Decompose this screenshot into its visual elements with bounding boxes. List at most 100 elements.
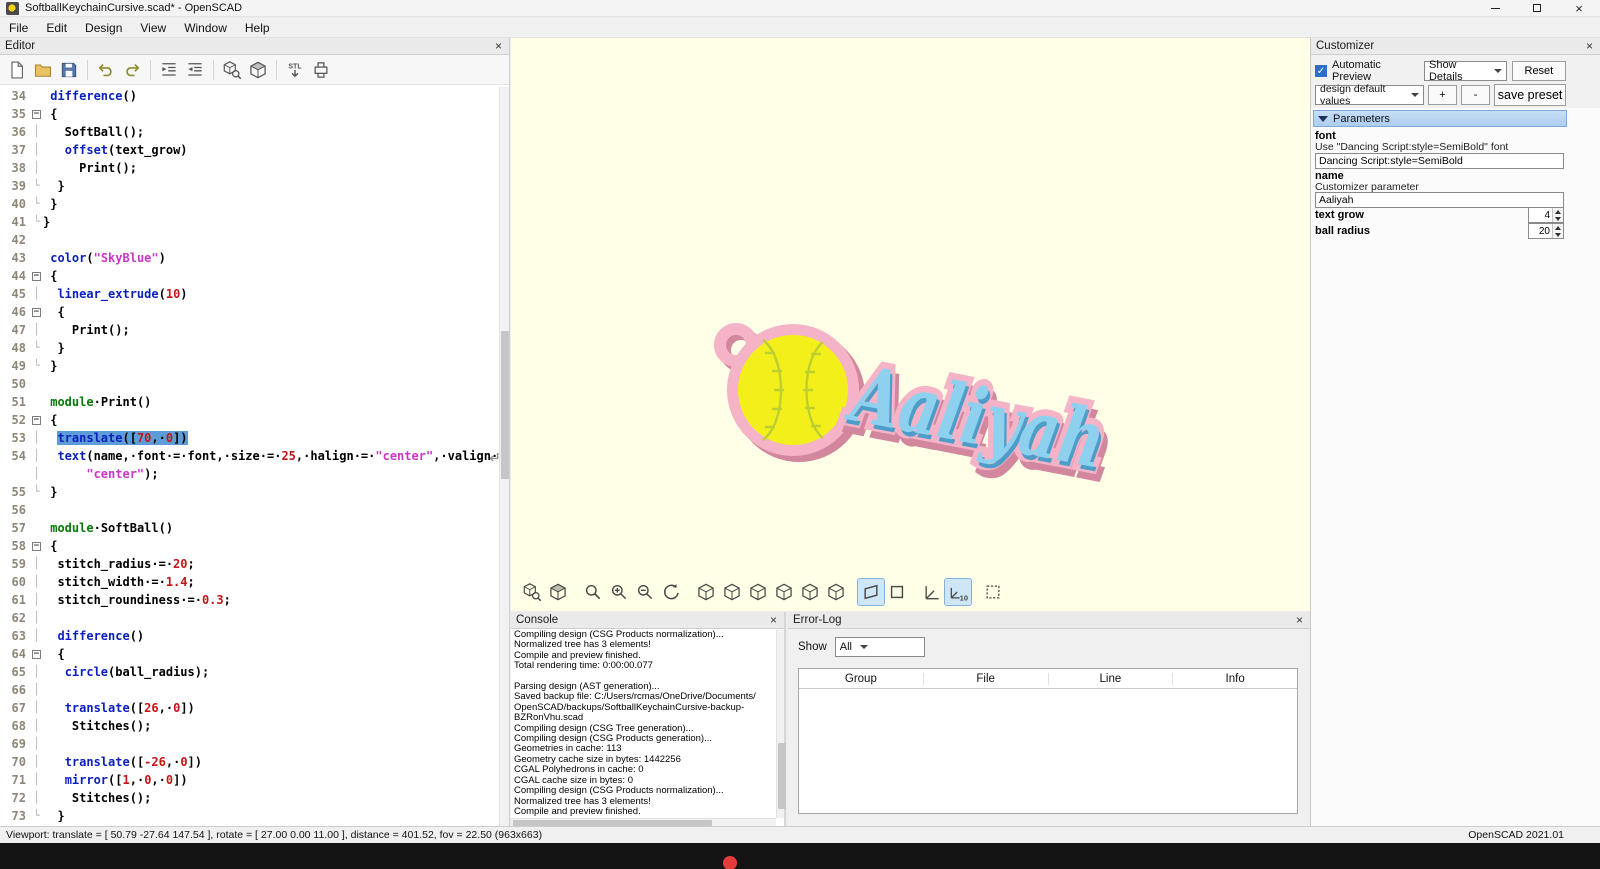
errorlog-filter-dropdown[interactable]: All [834,637,925,657]
code-line[interactable]: 73 └ } [0,807,499,825]
menu-item-edit[interactable]: Edit [37,19,76,37]
code-line[interactable]: 66 │ [0,681,499,699]
code-line[interactable]: 63 │ difference() [0,627,499,645]
code-line[interactable]: 67 │ translate([26,·0]) [0,699,499,717]
view-all-button[interactable] [580,579,606,605]
view-top-button[interactable] [719,579,745,605]
code-line[interactable]: 35− { [0,105,499,123]
view-crosshairs-button[interactable] [980,579,1006,605]
3d-viewport[interactable]: Aaliyah Aaliyah Aaliyah Aaliyah [511,38,1310,611]
code-line[interactable]: 71 │ mirror([1,·0,·0]) [0,771,499,789]
view-bottom-button[interactable] [745,579,771,605]
fold-marker[interactable]: − [30,105,43,123]
menu-item-design[interactable]: Design [76,19,131,37]
editor-scrollbar[interactable] [499,87,509,826]
code-line[interactable]: 55 └ } [0,483,499,501]
fold-marker[interactable]: − [30,537,43,555]
code-line[interactable]: 45 │ linear_extrude(10) [0,285,499,303]
code-line[interactable]: 60 │ stitch_width·=·1.4; [0,573,499,591]
print-3d-button[interactable] [308,57,334,83]
code-line[interactable]: 44− { [0,267,499,285]
code-line[interactable]: 53 │ translate([70,·0]) [0,429,499,447]
zoom-out-button[interactable] [632,579,658,605]
add-preset-button[interactable]: + [1427,85,1458,105]
menu-item-window[interactable]: Window [175,19,236,37]
customizer-close-button[interactable]: × [1584,40,1595,52]
preview-button[interactable] [219,57,245,83]
view-left-button[interactable] [771,579,797,605]
code-line[interactable]: 57 module·SoftBall() [0,519,499,537]
code-line[interactable]: 62 │ [0,609,499,627]
code-line-wrap[interactable]: │ "center"); [0,465,499,483]
code-line[interactable]: 51 module·Print() [0,393,499,411]
open-file-button[interactable] [30,57,56,83]
code-line[interactable]: 52− { [0,411,499,429]
perspective-button[interactable] [857,578,885,606]
preview-button[interactable] [519,579,545,605]
code-line[interactable]: 38 │ Print(); [0,159,499,177]
show-scale-markers-button[interactable] [944,578,972,606]
redo-button[interactable] [119,57,145,83]
code-line[interactable]: 72 │ Stitches(); [0,789,499,807]
code-line[interactable]: 56 [0,501,499,519]
code-line[interactable]: 34 difference() [0,87,499,105]
ball-radius-down-button[interactable] [1553,231,1563,238]
orthogonal-button[interactable] [884,579,910,605]
code-line[interactable]: 39 └ } [0,177,499,195]
code-line[interactable]: 61 │ stitch_roundiness·=·0.3; [0,591,499,609]
code-line[interactable]: 40 └ } [0,195,499,213]
fold-marker[interactable]: − [30,267,43,285]
code-line[interactable]: 69 │ [0,735,499,753]
menu-item-help[interactable]: Help [236,19,279,37]
menu-item-file[interactable]: File [0,19,37,37]
close-button[interactable]: × [1558,0,1600,17]
reset-button[interactable]: Reset [1511,61,1566,81]
menu-item-view[interactable]: View [131,19,175,37]
render-button[interactable] [545,579,571,605]
code-line[interactable]: 42 [0,231,499,249]
text-grow-down-button[interactable] [1553,215,1563,222]
fold-marker[interactable]: − [30,411,43,429]
fold-marker[interactable]: − [30,645,43,663]
code-line[interactable]: 49 └ } [0,357,499,375]
reset-view-button[interactable] [658,579,684,605]
code-line[interactable]: 68 │ Stitches(); [0,717,499,735]
console-close-button[interactable]: × [768,614,779,626]
ball-radius-up-button[interactable] [1553,224,1563,231]
code-line[interactable]: 65 │ circle(ball_radius); [0,663,499,681]
param-name-input[interactable] [1315,192,1564,208]
code-line[interactable]: 48 └ } [0,339,499,357]
save-file-button[interactable] [56,57,82,83]
unindent-button[interactable] [182,57,208,83]
editor-scrollbar-thumb[interactable] [501,330,509,479]
code-line[interactable]: 37 │ offset(text_grow) [0,141,499,159]
parameters-section-header[interactable]: Parameters [1313,110,1567,127]
param-ball-radius-input[interactable] [1529,224,1552,238]
indent-button[interactable] [156,57,182,83]
new-file-button[interactable] [4,57,30,83]
code-line[interactable]: 59 │ stitch_radius·=·20; [0,555,499,573]
console-hscrollbar[interactable] [511,818,776,826]
editor-close-button[interactable]: × [493,40,504,52]
code-line[interactable]: 54 │ text(name,·font·=·font,·size·=·25,·h… [0,447,499,465]
code-line[interactable]: 43 color("SkyBlue") [0,249,499,267]
code-line[interactable]: 41 └} [0,213,499,231]
show-axes-button[interactable] [919,579,945,605]
zoom-in-button[interactable] [606,579,632,605]
code-line[interactable]: 64− { [0,645,499,663]
minimize-button[interactable] [1474,0,1516,17]
code-line[interactable]: 50 [0,375,499,393]
view-front-button[interactable] [797,579,823,605]
automatic-preview-checkbox[interactable]: ✓ [1315,65,1327,77]
undo-button[interactable] [93,57,119,83]
preset-dropdown[interactable]: design default values [1315,83,1424,107]
view-right-button[interactable] [693,579,719,605]
param-text-grow-input[interactable] [1529,208,1552,222]
export-stl-button[interactable] [282,57,308,83]
maximize-button[interactable] [1516,0,1558,17]
view-back-button[interactable] [823,579,849,605]
param-font-input[interactable] [1315,153,1564,169]
fold-marker[interactable]: − [30,303,43,321]
render-button[interactable] [245,57,271,83]
code-line[interactable]: 47 │ Print(); [0,321,499,339]
